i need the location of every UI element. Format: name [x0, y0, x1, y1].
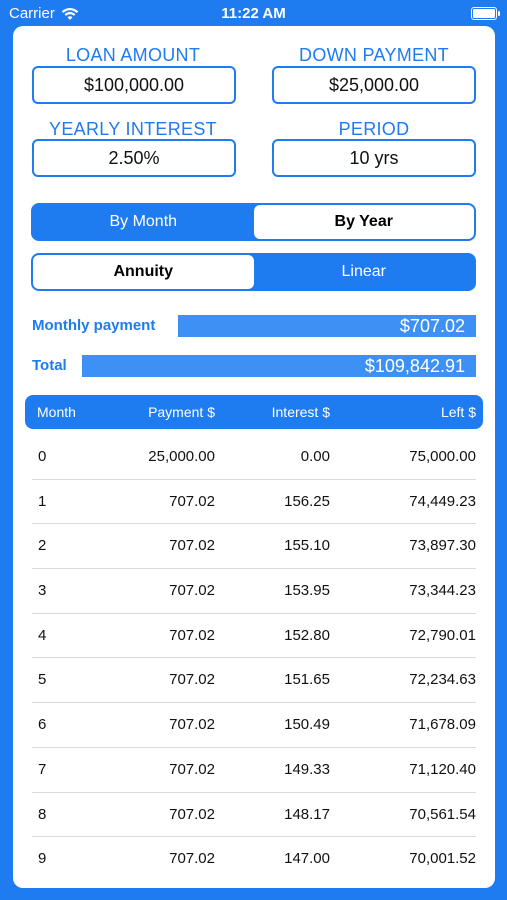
cell-payment: 707.02: [169, 760, 215, 778]
cell-interest: 156.25: [284, 492, 330, 510]
yearly-interest-label: YEARLY INTEREST: [49, 119, 217, 139]
cell-interest: 0.00: [300, 448, 330, 465]
table-row: 0 25,000.00 0.00 75,000.00: [32, 435, 476, 480]
cell-month: 0: [38, 448, 47, 465]
table-header: Month Payment $ Interest $ Left $: [25, 395, 483, 429]
yearly-interest-field[interactable]: 2.50%: [32, 139, 236, 177]
cell-month: 8: [38, 805, 47, 823]
cell-interest: 150.49: [284, 716, 330, 734]
cell-payment: 707.02: [169, 582, 215, 600]
cell-month: 9: [38, 850, 47, 868]
cell-interest: 152.80: [284, 626, 330, 644]
period-label: PERIOD: [338, 119, 410, 139]
cell-payment: 25,000.00: [148, 448, 215, 465]
cell-month: 4: [38, 626, 47, 644]
annuity-segment[interactable]: Annuity: [33, 255, 254, 289]
table-row: 1 707.02 156.25 74,449.23: [32, 480, 476, 525]
cell-interest: 149.33: [284, 760, 330, 778]
header-interest: Interest $: [271, 404, 330, 420]
calculator-card: LOAN AMOUNT $100,000.00 DOWN PAYMENT $25…: [13, 26, 495, 888]
cell-payment: 707.02: [169, 716, 215, 734]
clock: 11:22 AM: [221, 5, 286, 22]
cell-payment: 707.02: [169, 850, 215, 868]
cell-month: 7: [38, 760, 47, 778]
total-label: Total: [32, 357, 67, 374]
down-payment-field[interactable]: $25,000.00: [272, 66, 476, 104]
table-row: 5 707.02 151.65 72,234.63: [32, 658, 476, 704]
table-row: 6 707.02 150.49 71,678.09: [32, 703, 476, 748]
cell-left: 75,000.00: [409, 448, 476, 465]
monthly-payment-value: $707.02: [178, 315, 476, 337]
header-payment: Payment $: [148, 404, 215, 420]
total-value: $109,842.91: [82, 355, 476, 377]
header-left: Left $: [440, 404, 476, 420]
type-toggle: Annuity Linear: [31, 253, 476, 291]
linear-segment[interactable]: Linear: [254, 255, 475, 289]
cell-payment: 707.02: [169, 626, 215, 644]
period-field[interactable]: 10 yrs: [272, 139, 476, 177]
cell-interest: 147.00: [284, 850, 330, 868]
loan-amount-label: LOAN AMOUNT: [65, 45, 201, 65]
table-row: 2 707.02 155.10 73,897.30: [32, 524, 476, 570]
table-row: 9 707.02 147.00 70,001.52: [32, 837, 476, 882]
battery-icon: [471, 7, 500, 20]
loan-amount-field[interactable]: $100,000.00: [32, 66, 236, 104]
table-row: 3 707.02 153.95 73,344.23: [32, 569, 476, 614]
cell-left: 70,561.54: [409, 805, 476, 823]
cell-month: 1: [38, 492, 47, 510]
by-year-segment[interactable]: By Year: [253, 205, 474, 239]
cell-month: 3: [38, 582, 47, 600]
cell-month: 6: [38, 716, 47, 734]
header-month: Month: [37, 404, 76, 420]
cell-left: 70,001.52: [409, 850, 476, 868]
cell-payment: 707.02: [169, 537, 215, 555]
cell-left: 73,344.23: [409, 582, 476, 600]
cell-payment: 707.02: [169, 671, 215, 689]
cell-interest: 155.10: [284, 537, 330, 555]
cell-interest: 153.95: [284, 582, 330, 600]
cell-left: 71,120.40: [409, 760, 476, 778]
table-row: 7 707.02 149.33 71,120.40: [32, 748, 476, 793]
by-month-segment[interactable]: By Month: [33, 205, 254, 239]
cell-month: 5: [38, 671, 47, 689]
cell-left: 72,790.01: [409, 626, 476, 644]
table-row: 8 707.02 148.17 70,561.54: [32, 793, 476, 838]
cell-interest: 151.65: [284, 671, 330, 689]
view-toggle: By Month By Year: [31, 203, 476, 241]
cell-month: 2: [38, 537, 47, 555]
cell-left: 72,234.63: [409, 671, 476, 689]
monthly-payment-label: Monthly payment: [32, 317, 156, 334]
down-payment-label: DOWN PAYMENT: [299, 45, 449, 65]
cell-payment: 707.02: [169, 805, 215, 823]
cell-interest: 148.17: [284, 805, 330, 823]
table-row: 4 707.02 152.80 72,790.01: [32, 614, 476, 659]
cell-left: 74,449.23: [409, 492, 476, 510]
cell-left: 71,678.09: [409, 716, 476, 734]
cell-payment: 707.02: [169, 492, 215, 510]
status-bar: Carrier 11:22 AM: [0, 0, 507, 28]
schedule-list: 0 25,000.00 0.00 75,000.00 1 707.02 156.…: [32, 435, 476, 882]
cell-left: 73,897.30: [409, 537, 476, 555]
